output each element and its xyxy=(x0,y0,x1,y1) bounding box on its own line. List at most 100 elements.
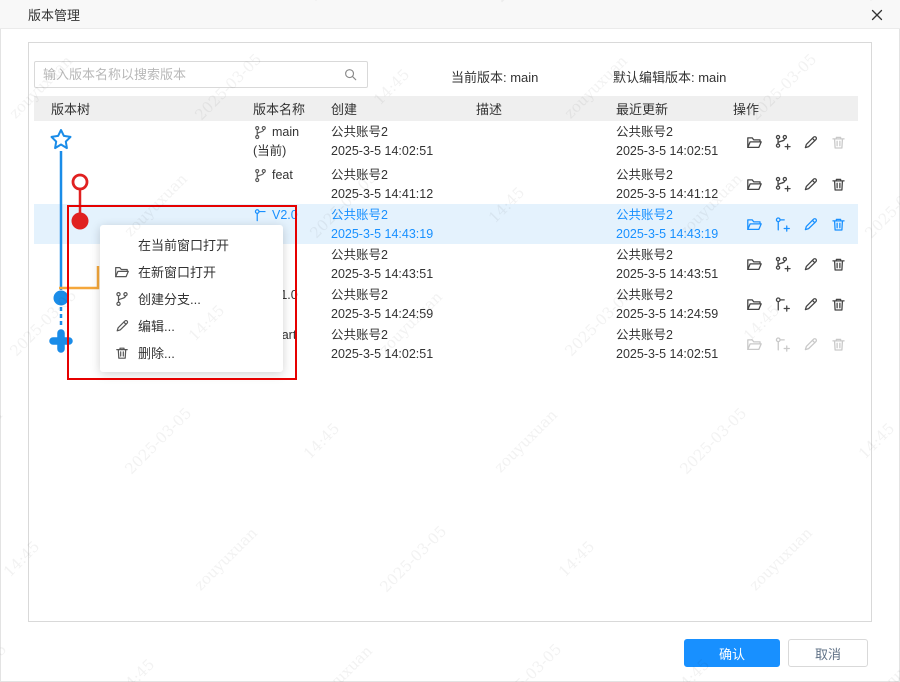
current-version-label: 当前版本: main xyxy=(451,67,538,86)
tag-add-icon xyxy=(774,336,791,353)
updated-at: 2025-3-5 14:43:19 xyxy=(616,225,726,244)
delete-op-button[interactable] xyxy=(830,296,847,313)
edit-op-button[interactable] xyxy=(802,176,819,193)
operations-cell xyxy=(726,284,858,324)
git-branch-add-op-button[interactable] xyxy=(774,256,791,273)
column-header-last-updated: 最近更新 xyxy=(609,99,726,118)
context-menu-item-label: 删除... xyxy=(138,343,175,362)
column-header-description: 描述 xyxy=(469,99,609,118)
tag-icon xyxy=(253,208,268,223)
watermark-text: 2025-03-05 xyxy=(491,640,565,682)
folder-open-op-button[interactable] xyxy=(746,176,763,193)
context-menu-item[interactable]: 删除... xyxy=(100,339,283,366)
updated-at: 2025-3-5 14:43:51 xyxy=(616,265,726,284)
titlebar: 版本管理 xyxy=(0,0,900,29)
default-edit-version-label: 默认编辑版本: main xyxy=(613,67,726,86)
created-cell: 公共账号2 2025-3-5 14:43:19 xyxy=(324,204,469,244)
git-branch-add-icon xyxy=(774,134,791,151)
git-branch-icon xyxy=(114,291,130,307)
edit-op-button[interactable] xyxy=(802,336,819,353)
description-cell xyxy=(469,204,609,244)
folder-open-icon xyxy=(746,336,763,353)
table-header: 版本树 版本名称 创建 描述 最近更新 操作 xyxy=(34,96,858,121)
updated-at: 2025-3-5 14:02:51 xyxy=(616,345,726,364)
close-button[interactable] xyxy=(868,6,886,24)
updated-by: 公共账号2 xyxy=(616,246,726,265)
folder-open-op-button[interactable] xyxy=(746,216,763,233)
created-by: 公共账号2 xyxy=(331,326,469,345)
edit-op-button[interactable] xyxy=(802,216,819,233)
created-by: 公共账号2 xyxy=(331,246,469,265)
menu-icon-spacer xyxy=(114,237,130,253)
folder-open-op-button[interactable] xyxy=(746,296,763,313)
context-menu-item[interactable]: 在新窗口打开 xyxy=(100,258,283,285)
created-by: 公共账号2 xyxy=(331,166,469,185)
created-cell: 公共账号2 2025-3-5 14:43:51 xyxy=(324,244,469,284)
created-at: 2025-3-5 14:24:59 xyxy=(331,305,469,324)
version-name-cell: feat xyxy=(246,164,324,204)
context-menu-item[interactable]: 创建分支... xyxy=(100,285,283,312)
folder-open-op-button[interactable] xyxy=(746,256,763,273)
folder-open-op-button[interactable] xyxy=(746,336,763,353)
version-name: feat xyxy=(272,166,293,185)
tag-add-op-button[interactable] xyxy=(774,296,791,313)
folder-open-op-button[interactable] xyxy=(746,134,763,151)
edit-icon xyxy=(802,216,819,233)
updated-at: 2025-3-5 14:24:59 xyxy=(616,305,726,324)
context-menu-item[interactable]: 编辑... xyxy=(100,312,283,339)
updated-cell: 公共账号2 2025-3-5 14:02:51 xyxy=(609,121,726,164)
delete-icon xyxy=(830,134,847,151)
operations-cell xyxy=(726,121,858,164)
description-cell xyxy=(469,324,609,364)
column-header-version-tree: 版本树 xyxy=(34,99,246,118)
created-cell: 公共账号2 2025-3-5 14:02:51 xyxy=(324,121,469,164)
search-box[interactable] xyxy=(34,61,368,88)
dialog-title: 版本管理 xyxy=(28,5,80,24)
watermark-text: 14:45 xyxy=(115,655,158,682)
delete-op-button[interactable] xyxy=(830,336,847,353)
search-input[interactable] xyxy=(35,67,343,82)
table-row[interactable]: feat 公共账号2 2025-3-5 14:41:12 公共账号2 2025-… xyxy=(34,164,858,204)
git-branch-add-icon xyxy=(774,256,791,273)
delete-op-button[interactable] xyxy=(830,216,847,233)
operations-cell xyxy=(726,244,858,284)
description-cell xyxy=(469,164,609,204)
delete-op-button[interactable] xyxy=(830,134,847,151)
updated-cell: 公共账号2 2025-3-5 14:43:19 xyxy=(609,204,726,244)
created-by: 公共账号2 xyxy=(331,206,469,225)
edit-icon xyxy=(802,176,819,193)
updated-cell: 公共账号2 2025-3-5 14:24:59 xyxy=(609,284,726,324)
edit-op-button[interactable] xyxy=(802,296,819,313)
git-branch-add-op-button[interactable] xyxy=(774,134,791,151)
context-menu-item-label: 编辑... xyxy=(138,316,175,335)
delete-op-button[interactable] xyxy=(830,176,847,193)
context-menu-item[interactable]: 在当前窗口打开 xyxy=(100,231,283,258)
table-row[interactable]: main (当前) 公共账号2 2025-3-5 14:02:51 公共账号2 … xyxy=(34,121,858,164)
tag-add-op-button[interactable] xyxy=(774,216,791,233)
context-menu-item-label: 在新窗口打开 xyxy=(138,262,216,281)
column-header-created: 创建 xyxy=(324,99,469,118)
tag-add-op-button[interactable] xyxy=(774,336,791,353)
edit-op-button[interactable] xyxy=(802,134,819,151)
git-branch-add-op-button[interactable] xyxy=(774,176,791,193)
created-cell: 公共账号2 2025-3-5 14:41:12 xyxy=(324,164,469,204)
created-by: 公共账号2 xyxy=(331,123,469,142)
git-branch-add-icon xyxy=(774,176,791,193)
close-icon xyxy=(871,9,883,21)
created-cell: 公共账号2 2025-3-5 14:02:51 xyxy=(324,324,469,364)
folder-open-icon xyxy=(746,296,763,313)
cancel-button[interactable]: 取消 xyxy=(788,639,868,667)
watermark-text: zouyuxuan xyxy=(306,642,376,682)
delete-icon xyxy=(830,296,847,313)
delete-icon xyxy=(114,345,130,361)
edit-op-button[interactable] xyxy=(802,256,819,273)
edit-icon xyxy=(802,296,819,313)
tag-add-icon xyxy=(774,216,791,233)
version-name: V2.0 xyxy=(272,206,298,225)
folder-open-icon xyxy=(114,264,130,280)
version-tree-cell xyxy=(34,164,246,204)
confirm-button[interactable]: 确认 xyxy=(684,639,780,667)
created-at: 2025-3-5 14:02:51 xyxy=(331,345,469,364)
delete-op-button[interactable] xyxy=(830,256,847,273)
edit-icon xyxy=(802,256,819,273)
